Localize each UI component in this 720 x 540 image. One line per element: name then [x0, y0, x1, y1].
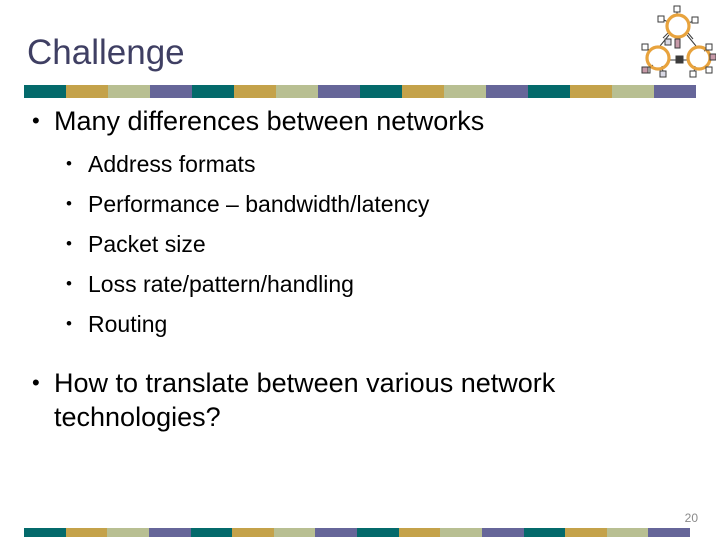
decor-segment-teal: [24, 528, 66, 537]
page-number: 20: [684, 511, 698, 525]
slide-body: • Many differences between networks • Ad…: [24, 104, 696, 436]
decor-segment-gold: [565, 528, 607, 537]
bullet-marker-icon: •: [66, 194, 72, 213]
decor-segment-teal: [192, 85, 234, 98]
slide: Challenge • Many differences between net…: [0, 0, 720, 540]
decor-segment-purple: [148, 528, 191, 537]
bullet-marker-icon: •: [66, 234, 72, 253]
bullet-text: Loss rate/pattern/handling: [88, 271, 354, 297]
decor-segment-sage: [108, 85, 150, 98]
bullet-level2: • Routing: [24, 304, 696, 344]
bullet-level2: • Performance – bandwidth/latency: [24, 184, 696, 224]
decor-segment-teal: [360, 85, 402, 98]
bullet-level2: • Address formats: [24, 144, 696, 184]
bullet-marker-icon: •: [32, 108, 40, 133]
bullet-level1: • How to translate between various netwo…: [24, 366, 696, 434]
decor-segment-gold: [232, 528, 274, 537]
page-title: Challenge: [27, 33, 185, 72]
decor-segment-purple: [486, 85, 528, 98]
sub-bullet-list: • Address formats • Performance – bandwi…: [24, 144, 696, 344]
bullet-text: How to translate between various network…: [54, 368, 556, 432]
decor-segment-teal: [24, 85, 66, 98]
decor-segment-sage: [276, 85, 318, 98]
decor-segment-sage: [444, 85, 486, 98]
bullet-marker-icon: •: [66, 274, 72, 293]
bullet-text: Many differences between networks: [54, 106, 485, 136]
decor-segment-purple: [315, 528, 357, 537]
bullet-text: Address formats: [88, 151, 256, 177]
decor-segment-sage: [440, 528, 482, 537]
decor-segment-teal: [523, 528, 566, 537]
bullet-marker-icon: •: [32, 370, 40, 395]
bullet-text: Packet size: [88, 231, 206, 257]
bullet-text: Performance – bandwidth/latency: [88, 191, 430, 217]
bullet-level2: • Loss rate/pattern/handling: [24, 264, 696, 304]
decor-segment-purple: [648, 528, 690, 537]
bullet-text: Routing: [88, 311, 168, 337]
decor-bar-bottom: [24, 528, 690, 537]
decor-segment-sage: [273, 528, 316, 537]
decor-segment-sage: [107, 528, 149, 537]
decor-segment-teal: [190, 528, 233, 537]
decor-segment-sage: [606, 528, 649, 537]
decor-segment-purple: [481, 528, 524, 537]
decor-segment-gold: [234, 85, 276, 98]
decor-segment-purple: [654, 85, 696, 98]
decor-segment-teal: [528, 85, 570, 98]
bullet-marker-icon: •: [66, 154, 72, 173]
decor-segment-gold: [65, 528, 108, 537]
decor-segment-gold: [66, 85, 108, 98]
network-topology-clipart: [632, 2, 716, 78]
bullet-level2: • Packet size: [24, 224, 696, 264]
decor-segment-purple: [150, 85, 192, 98]
decor-segment-teal: [357, 528, 399, 537]
decor-bar-top: [24, 85, 696, 98]
decor-segment-sage: [612, 85, 654, 98]
decor-segment-gold: [398, 528, 441, 537]
bullet-level1: • Many differences between networks: [24, 104, 696, 138]
decor-segment-purple: [318, 85, 360, 98]
decor-segment-gold: [402, 85, 444, 98]
decor-segment-gold: [570, 85, 612, 98]
bullet-marker-icon: •: [66, 314, 72, 333]
